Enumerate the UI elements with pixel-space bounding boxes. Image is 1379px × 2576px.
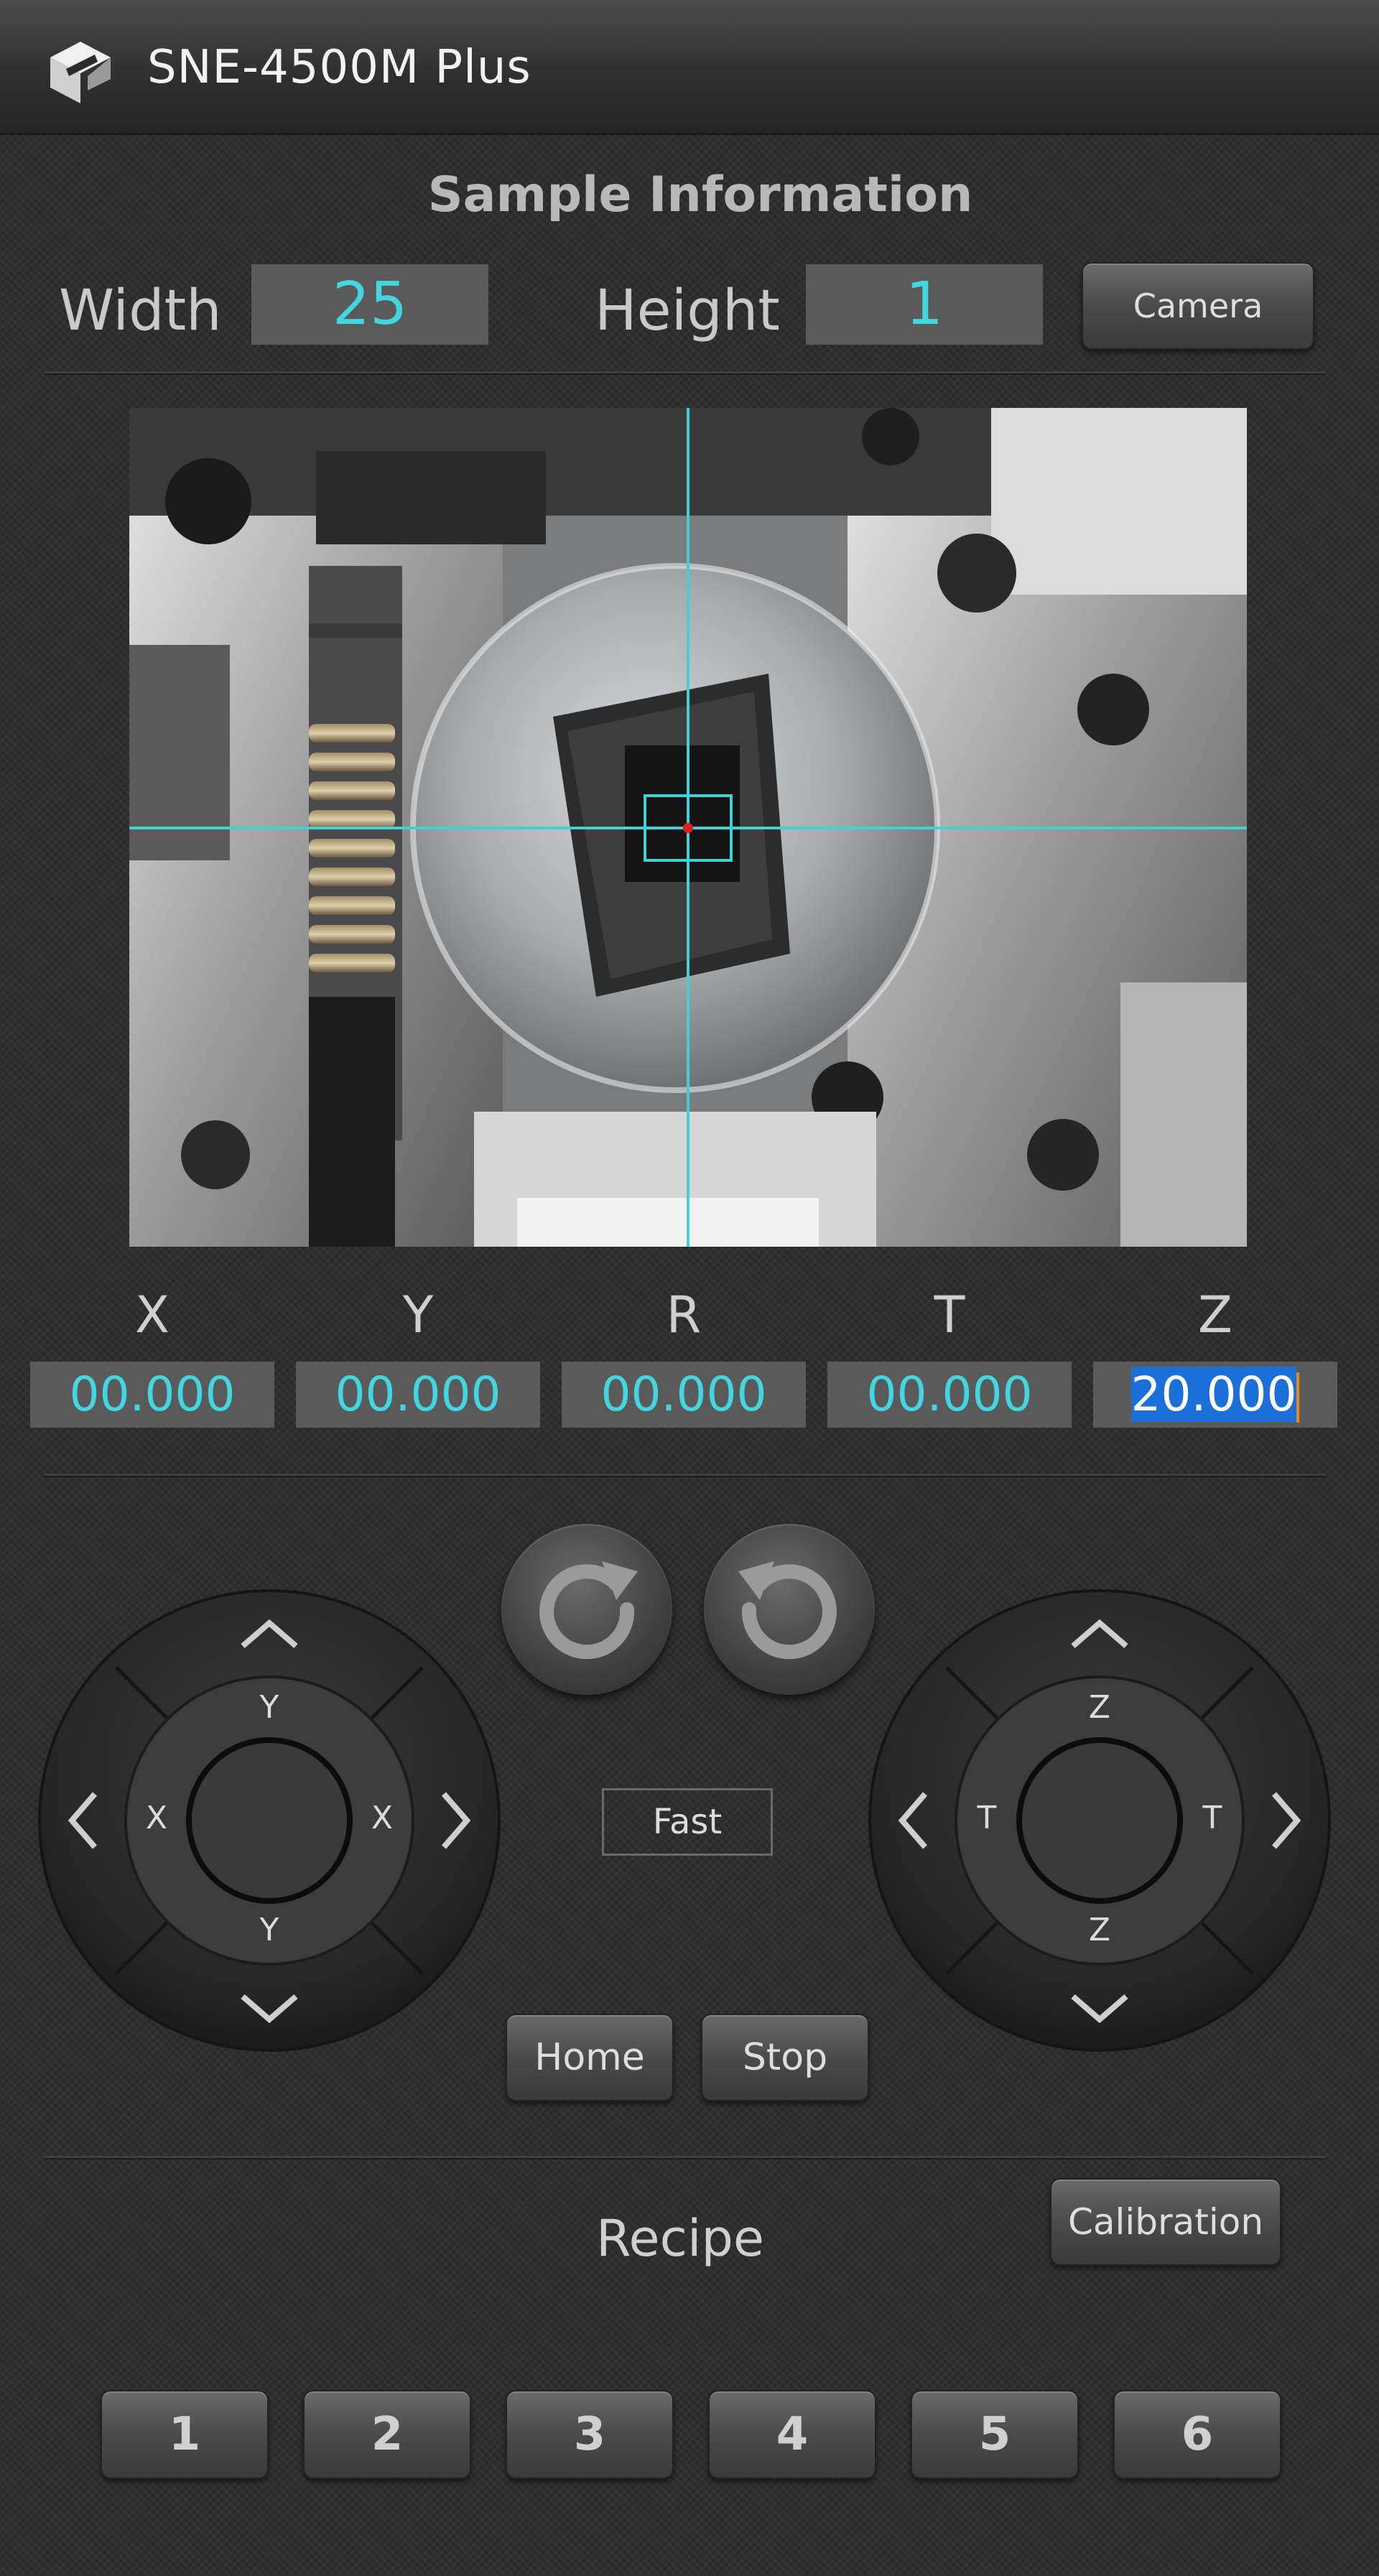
axis-t-input[interactable]: 00.000 — [827, 1362, 1072, 1428]
recipe-button-5[interactable]: 5 — [911, 2390, 1079, 2479]
width-input[interactable]: 25 — [251, 264, 488, 345]
camera-button[interactable]: Camera — [1082, 262, 1314, 350]
move-down-arrow-icon[interactable] — [237, 1991, 302, 2027]
pad-label-y-top: Y — [259, 1689, 279, 1726]
axis-label-x: X — [135, 1285, 170, 1344]
height-input[interactable]: 1 — [806, 264, 1043, 345]
recipe-button-2[interactable]: 2 — [303, 2390, 471, 2479]
axis-label-y: Y — [402, 1285, 434, 1344]
pad-label-t-left: T — [977, 1800, 997, 1836]
width-label: Width — [59, 279, 222, 343]
calibration-button[interactable]: Calibration — [1050, 2178, 1281, 2266]
rotate-clockwise-button[interactable] — [501, 1524, 672, 1695]
axis-y-input[interactable]: 00.000 — [296, 1362, 540, 1428]
recipe-button-6[interactable]: 6 — [1113, 2390, 1281, 2479]
axis-label-r: R — [666, 1285, 702, 1344]
pad-label-x-left: X — [145, 1800, 168, 1836]
recipe-button-4[interactable]: 4 — [708, 2390, 876, 2479]
divider — [45, 1474, 1326, 1477]
app-title: SNE-4500M Plus — [147, 41, 531, 94]
camera-view[interactable] — [129, 408, 1247, 1247]
rotate-counterclockwise-button[interactable] — [704, 1524, 875, 1695]
pad-label-t-right: T — [1202, 1800, 1222, 1836]
recipe-button-3[interactable]: 3 — [506, 2390, 674, 2479]
sample-information-heading: Sample Information — [427, 167, 973, 223]
pad-label-y-bottom: Y — [259, 1912, 279, 1948]
move-right-arrow-icon[interactable] — [438, 1788, 474, 1853]
axis-z-selected-text: 20.000 — [1130, 1367, 1297, 1422]
speed-toggle[interactable]: Fast — [602, 1788, 773, 1856]
tz-direction-pad[interactable]: Z Z T T — [868, 1589, 1332, 2052]
xy-direction-pad[interactable]: Y Y X X — [37, 1589, 501, 2052]
pad-label-z-bottom: Z — [1088, 1912, 1111, 1948]
title-bar: SNE-4500M Plus — [0, 0, 1379, 135]
stop-button[interactable]: Stop — [701, 2014, 869, 2101]
move-left-arrow-icon[interactable] — [65, 1788, 101, 1853]
direction-pad-graphic — [38, 1589, 501, 2052]
divider — [45, 2156, 1326, 2159]
rotate-counterclockwise-icon — [738, 1561, 837, 1660]
rotate-clockwise-icon — [539, 1561, 638, 1660]
divider — [45, 371, 1326, 375]
axis-label-t: T — [934, 1285, 965, 1344]
cube-logo-icon — [50, 42, 111, 103]
move-up-arrow-icon[interactable] — [1067, 1616, 1132, 1652]
camera-image — [129, 408, 1247, 1247]
recipe-button-1[interactable]: 1 — [101, 2390, 269, 2479]
text-cursor — [1296, 1372, 1300, 1423]
axis-r-input[interactable]: 00.000 — [562, 1362, 806, 1428]
move-left-arrow-icon[interactable] — [895, 1788, 931, 1853]
move-right-arrow-icon[interactable] — [1268, 1788, 1304, 1853]
axis-x-input[interactable]: 00.000 — [30, 1362, 274, 1428]
axis-label-z: Z — [1198, 1285, 1232, 1344]
direction-pad-graphic — [868, 1589, 1331, 2052]
pad-label-z-top: Z — [1088, 1689, 1111, 1726]
move-up-arrow-icon[interactable] — [237, 1616, 302, 1652]
pad-label-x-right: X — [371, 1800, 394, 1836]
home-button[interactable]: Home — [506, 2014, 674, 2101]
move-down-arrow-icon[interactable] — [1067, 1991, 1132, 2027]
axis-z-input[interactable]: 20.000 — [1093, 1362, 1337, 1428]
height-label: Height — [595, 279, 780, 343]
recipe-label: Recipe — [596, 2209, 764, 2268]
